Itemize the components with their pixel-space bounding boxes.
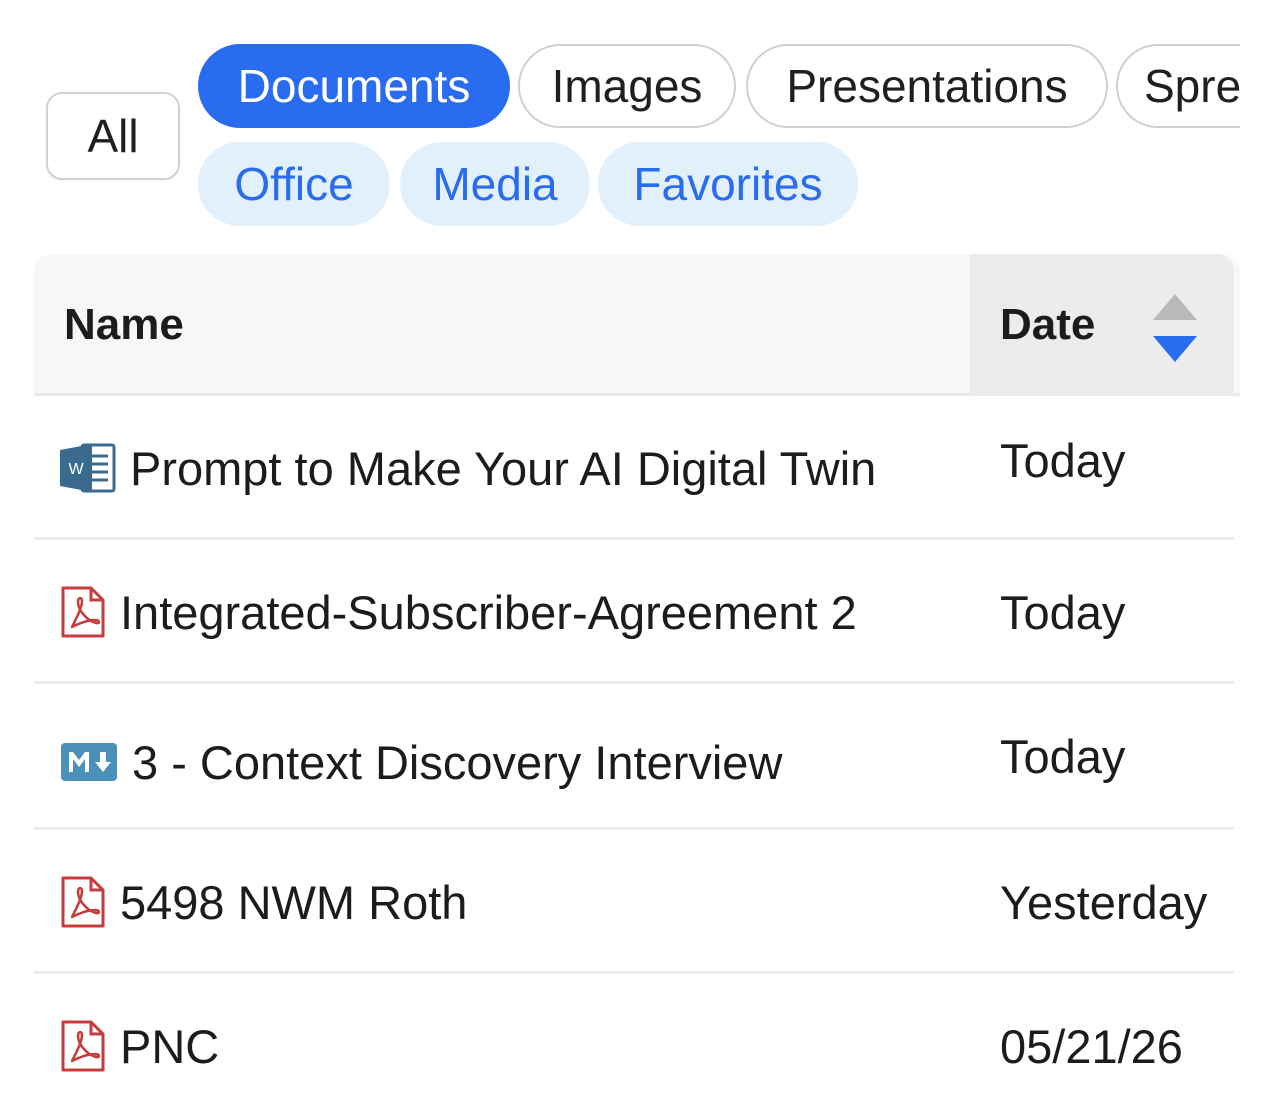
pdf-icon	[61, 876, 105, 928]
table-row[interactable]: 3 - Context Discovery Interview Today	[34, 684, 1234, 830]
file-table: Name Date W Prompt to Make Your AI Digit…	[34, 254, 1240, 1100]
column-header-name[interactable]: Name	[64, 254, 184, 396]
file-name: Prompt to Make Your AI Digital Twin	[130, 441, 877, 495]
word-doc-icon: W	[60, 443, 116, 493]
table-row[interactable]: PNC 05/21/26	[34, 974, 1234, 1100]
file-name: PNC	[120, 1019, 220, 1073]
column-header-date-label: Date	[1000, 300, 1096, 349]
file-date: 05/21/26	[1000, 1019, 1183, 1073]
file-browser: All Documents Images Presentations Sprea…	[0, 0, 1280, 1100]
file-date: Today	[1000, 729, 1126, 783]
filter-all-button[interactable]: All	[46, 92, 180, 180]
file-name-cell: 5498 NWM Roth	[60, 830, 467, 974]
filter-images-tab[interactable]: Images	[518, 44, 736, 128]
file-name: 3 - Context Discovery Interview	[132, 735, 783, 789]
table-row[interactable]: Integrated-Subscriber-Agreement 2 Today	[34, 540, 1234, 684]
sort-descending-icon[interactable]	[1150, 292, 1200, 364]
chip-row-overflow: Spreadsheets	[1116, 40, 1240, 134]
file-date: Yesterday	[1000, 875, 1208, 929]
file-name: Integrated-Subscriber-Agreement 2	[120, 585, 857, 639]
pdf-icon	[61, 586, 105, 638]
filter-favorites-tag[interactable]: Favorites	[598, 142, 858, 226]
table-header: Name Date	[34, 254, 1240, 396]
file-name-cell: PNC	[60, 974, 219, 1100]
filter-media-tag[interactable]: Media	[400, 142, 590, 226]
file-name-cell: Integrated-Subscriber-Agreement 2	[60, 540, 857, 684]
pdf-icon	[61, 1020, 105, 1072]
filter-documents-tab[interactable]: Documents	[198, 44, 510, 128]
file-date: Today	[1000, 433, 1126, 487]
table-row[interactable]: 5498 NWM Roth Yesterday	[34, 830, 1234, 974]
filter-spreadsheets-tab[interactable]: Spreadsheets	[1116, 44, 1240, 128]
svg-text:W: W	[68, 461, 84, 478]
file-date: Today	[1000, 585, 1126, 639]
file-name-cell: 3 - Context Discovery Interview	[60, 690, 782, 834]
filter-presentations-tab[interactable]: Presentations	[746, 44, 1108, 128]
file-name: 5498 NWM Roth	[120, 875, 468, 929]
file-name-cell: W Prompt to Make Your AI Digital Twin	[60, 396, 876, 540]
markdown-icon	[61, 743, 117, 781]
filter-office-tag[interactable]: Office	[198, 142, 390, 226]
table-row[interactable]: W Prompt to Make Your AI Digital Twin To…	[34, 396, 1234, 540]
column-header-date[interactable]: Date	[970, 254, 1234, 396]
